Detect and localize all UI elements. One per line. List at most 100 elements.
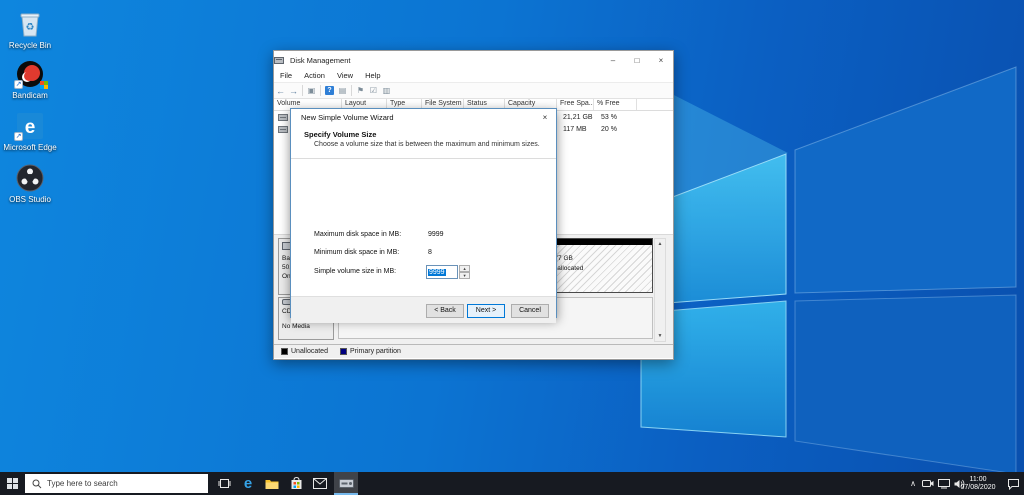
legend-unallocated-label: Unallocated <box>291 348 328 355</box>
help-icon[interactable]: ? <box>325 86 334 95</box>
back-button[interactable]: < Back <box>426 304 464 318</box>
volume-icon <box>278 126 288 133</box>
start-button[interactable] <box>0 472 24 495</box>
disk-management-app-icon <box>274 55 284 65</box>
edge-icon: e <box>244 476 252 491</box>
file-explorer-icon <box>265 478 279 490</box>
action-center-button[interactable] <box>1004 472 1022 495</box>
taskbar-search[interactable] <box>25 474 208 493</box>
bandicam-icon: ↗ <box>2 58 58 88</box>
desktop-icon-label: Microsoft Edge <box>2 143 58 152</box>
mail-icon <box>313 478 327 489</box>
taskbar-store-button[interactable] <box>284 472 308 495</box>
edge-icon: e ↗ <box>2 110 58 140</box>
check-doc-icon[interactable]: ☑ <box>367 86 380 95</box>
title-bar[interactable]: Disk Management – □ × <box>274 51 673 69</box>
simple-volume-size-input[interactable]: 9999 <box>426 265 458 279</box>
close-icon[interactable]: × <box>534 109 556 125</box>
windows-flag-badge-icon <box>40 81 48 89</box>
col-free-space[interactable]: Free Spa... <box>557 99 594 110</box>
free-space-value: 117 MB <box>563 126 587 133</box>
wizard-header: Specify Volume Size Choose a volume size… <box>291 130 556 159</box>
menu-help[interactable]: Help <box>359 71 386 80</box>
wizard-body: Maximum disk space in MB: 9999 Minimum d… <box>291 159 556 296</box>
desktop-icon-bandicam[interactable]: ↗ Bandicam <box>2 58 58 100</box>
taskbar-disk-management-button[interactable] <box>334 472 358 495</box>
camera-icon <box>922 479 934 488</box>
max-size-label: Maximum disk space in MB: <box>314 231 401 238</box>
store-icon <box>290 477 303 490</box>
task-view-button[interactable] <box>212 472 236 495</box>
spinner-up-icon[interactable]: ▲ <box>459 265 470 272</box>
desktop-icon-obs-studio[interactable]: OBS Studio <box>2 162 58 204</box>
col-pct-free[interactable]: % Free <box>594 99 637 110</box>
legend-bar: Unallocated Primary partition <box>274 344 673 358</box>
action-center-icon <box>1007 478 1020 490</box>
simple-volume-size-label: Simple volume size in MB: <box>314 268 396 275</box>
wizard-heading: Specify Volume Size <box>304 130 556 139</box>
window-title: Disk Management <box>290 56 350 65</box>
svg-text:e: e <box>25 117 36 138</box>
hidden-icons-chevron[interactable]: ∧ <box>906 472 920 495</box>
vertical-scrollbar[interactable]: ▲ ▼ <box>654 238 666 342</box>
network-icon <box>938 479 950 489</box>
properties-pane-icon[interactable]: ▥ <box>380 86 393 95</box>
free-space-value: 21,21 GB <box>563 114 593 121</box>
unallocated-stripe <box>545 239 652 245</box>
desktop-icon-microsoft-edge[interactable]: e ↗ Microsoft Edge <box>2 110 58 152</box>
maximize-button[interactable]: □ <box>625 51 649 69</box>
taskbar-clock[interactable]: 11:00 07/08/2020 <box>954 472 1002 495</box>
forward-icon[interactable]: → <box>287 86 300 96</box>
desktop-icon-recycle-bin[interactable]: ♻ Recycle Bin <box>2 8 58 50</box>
tray-camera-button[interactable] <box>920 472 936 495</box>
tray-network-button[interactable] <box>936 472 952 495</box>
next-button[interactable]: Next > <box>467 304 505 318</box>
wizard-title-bar[interactable]: New Simple Volume Wizard × <box>291 109 556 125</box>
svg-text:♻: ♻ <box>26 22 35 33</box>
unallocated-partition-box[interactable]: 9,77 GB Unallocated <box>544 238 653 293</box>
wizard-subheading: Choose a volume size that is between the… <box>314 141 556 148</box>
taskbar-edge-button[interactable]: e <box>236 472 260 495</box>
windows-logo-icon <box>7 478 18 489</box>
legend-primary-partition-label: Primary partition <box>350 348 401 355</box>
desktop-icon-label: Bandicam <box>2 91 58 100</box>
disk-management-icon <box>339 477 354 490</box>
desktop-icon-label: OBS Studio <box>2 195 58 204</box>
new-simple-volume-wizard-dialog: New Simple Volume Wizard × Specify Volum… <box>290 108 557 318</box>
max-size-value: 9999 <box>428 231 444 238</box>
wizard-footer: < Back Next > Cancel <box>291 296 556 323</box>
task-view-icon <box>218 478 231 489</box>
simple-volume-size-spinner: 9999 ▲ ▼ <box>426 265 470 279</box>
action-flag-icon[interactable]: ⚑ <box>354 86 367 95</box>
menu-bar: File Action View Help <box>274 69 673 82</box>
obs-studio-icon <box>2 162 58 192</box>
spinner-down-icon[interactable]: ▼ <box>459 272 470 279</box>
minimize-button[interactable]: – <box>601 51 625 69</box>
taskbar-mail-button[interactable] <box>308 472 332 495</box>
min-size-value: 8 <box>428 249 432 256</box>
scroll-down-icon[interactable]: ▼ <box>655 333 665 339</box>
pct-free-value: 20 % <box>601 126 617 133</box>
console-window-icon[interactable]: ▣ <box>305 86 318 95</box>
cancel-button[interactable]: Cancel <box>511 304 549 318</box>
desktop-icon-label: Recycle Bin <box>2 41 58 50</box>
wizard-title: New Simple Volume Wizard <box>301 113 394 122</box>
menu-action[interactable]: Action <box>298 71 331 80</box>
close-button[interactable]: × <box>649 51 673 69</box>
search-icon <box>32 479 42 489</box>
menu-view[interactable]: View <box>331 71 359 80</box>
scroll-up-icon[interactable]: ▲ <box>655 241 665 247</box>
shortcut-arrow-icon: ↗ <box>14 80 23 89</box>
taskbar-file-explorer-button[interactable] <box>260 472 284 495</box>
clock-date: 07/08/2020 <box>960 484 995 492</box>
pct-free-value: 53 % <box>601 114 617 121</box>
primary-partition-swatch <box>340 348 347 355</box>
clock-time: 11:00 <box>970 476 987 484</box>
menu-file[interactable]: File <box>274 71 298 80</box>
taskbar: e ∧ <box>0 472 1024 495</box>
back-icon[interactable]: ← <box>274 86 287 96</box>
console-list-icon[interactable]: ▤ <box>336 86 349 95</box>
volume-icon <box>278 114 288 121</box>
search-input[interactable] <box>47 476 208 491</box>
recycle-bin-icon: ♻ <box>2 8 58 38</box>
